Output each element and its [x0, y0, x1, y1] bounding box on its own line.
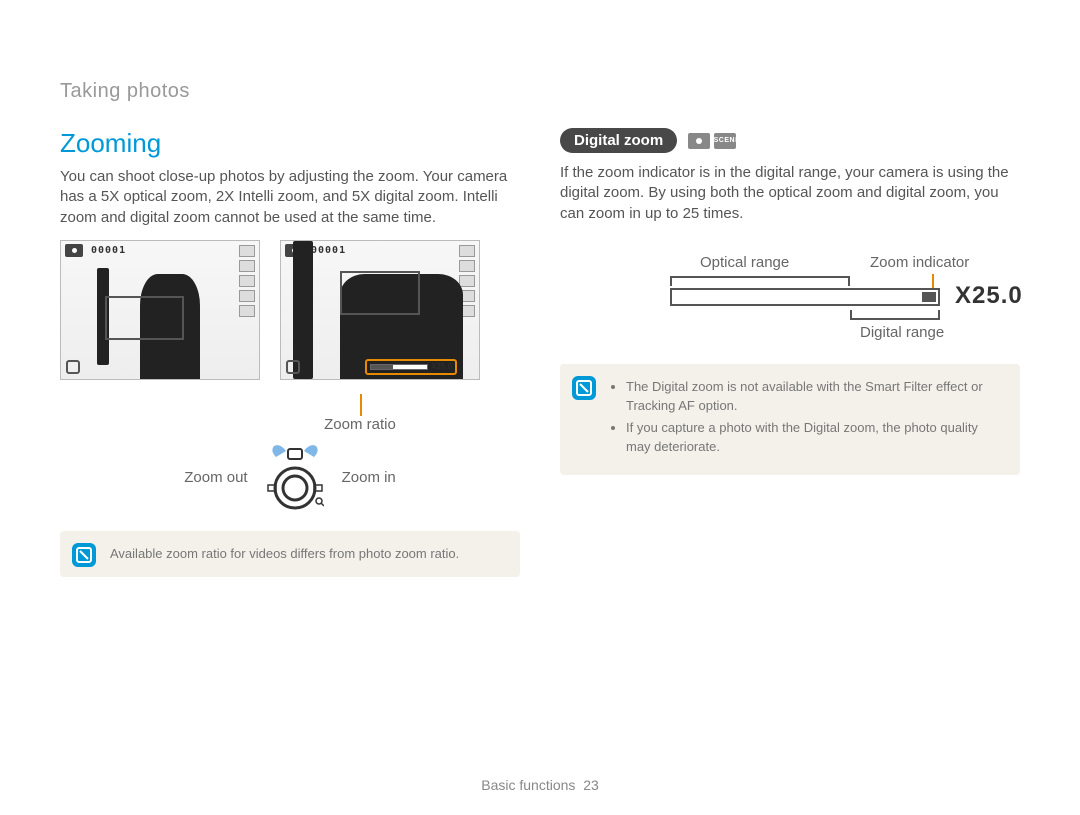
lamp-silhouette	[293, 241, 313, 379]
mode-scene-icon: SCENE	[714, 133, 736, 149]
zoom-ratio-label: Zoom ratio	[230, 416, 490, 433]
footer-section: Basic functions	[481, 777, 575, 793]
mode-program-icon	[688, 133, 710, 149]
zoom-range-diagram: Optical range Zoom indicator X25.0 Digit…	[560, 236, 1020, 346]
zoom-indicator-label: Zoom indicator	[870, 254, 969, 271]
af-frame	[105, 296, 184, 340]
breadcrumb: Taking photos	[60, 80, 1020, 103]
screenshot-wide: 00001	[60, 240, 260, 380]
zoom-out-label: Zoom out	[184, 469, 247, 486]
note-icon	[572, 376, 596, 400]
right-column: Digital zoom SCENE If the zoom indicator…	[560, 128, 1020, 577]
digital-zoom-paragraph: If the zoom indicator is in the digital …	[560, 163, 1020, 224]
screenshot-zoomed: 00001 X25.0	[280, 240, 480, 380]
af-frame	[340, 271, 419, 315]
note-icon	[72, 543, 96, 567]
stabilizer-icon	[66, 360, 80, 374]
shot-counter: 00001	[311, 245, 346, 256]
digital-zoom-pill: Digital zoom	[560, 128, 677, 153]
page-footer: Basic functions 23	[0, 777, 1080, 793]
zooming-paragraph: You can shoot close-up photos by adjusti…	[60, 167, 520, 228]
footer-page-number: 23	[583, 777, 599, 793]
note-box-left: Available zoom ratio for videos differs …	[60, 531, 520, 577]
note-item: The Digital zoom is not available with t…	[626, 378, 1004, 416]
zoom-value: X25.0	[955, 282, 1023, 310]
camera-icon	[65, 244, 83, 257]
zoom-ring-icon	[266, 443, 324, 513]
note-item: If you capture a photo with the Digital …	[626, 419, 1004, 457]
shot-counter: 00001	[91, 245, 126, 256]
zoom-in-label: Zoom in	[342, 469, 396, 486]
note-text: Available zoom ratio for videos differs …	[110, 545, 504, 563]
zoom-value-mini: X25.0	[431, 362, 452, 371]
side-icon-strip	[239, 245, 255, 375]
stabilizer-icon	[286, 360, 300, 374]
left-column: Zooming You can shoot close-up photos by…	[60, 128, 520, 577]
note-box-right: The Digital zoom is not available with t…	[560, 364, 1020, 475]
zoom-control-diagram: Zoom out Zoom in	[60, 443, 520, 513]
zoom-indicator-highlight: X25.0	[365, 359, 457, 375]
callout-line	[360, 394, 362, 416]
example-screens: 00001 00001	[60, 240, 520, 380]
section-heading-zooming: Zooming	[60, 128, 520, 159]
zoom-bar	[670, 288, 940, 306]
optical-range-label: Optical range	[700, 254, 789, 271]
digital-range-label: Digital range	[860, 324, 944, 341]
zoom-bar-fill	[922, 292, 936, 302]
